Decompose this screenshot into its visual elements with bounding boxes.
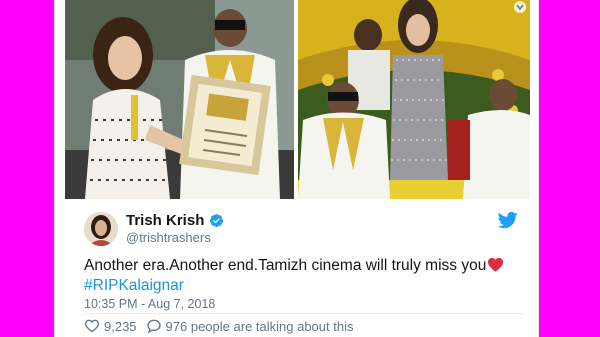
tweet-actions: 9,235 976 people are talking about this: [84, 318, 353, 334]
divider: [84, 313, 523, 314]
twitter-bird-icon[interactable]: [498, 210, 518, 230]
heart-outline-icon: [84, 319, 100, 333]
tweet-body: Another era.Another end.Tamizh cinema wi…: [84, 257, 487, 274]
tweet-photo-left[interactable]: [65, 0, 294, 199]
tweet-text: Another era.Another end.Tamizh cinema wi…: [84, 256, 524, 296]
tweet-photos: [65, 0, 530, 199]
tweet-card: Trish Krish @trishtrashers Another era.A…: [54, 0, 539, 337]
talking-count: 976 people are talking about this: [165, 318, 354, 334]
author-name-row: Trish Krish: [126, 212, 224, 229]
like-count: 9,235: [104, 318, 137, 334]
like-action[interactable]: 9,235: [84, 318, 137, 334]
conversation-action[interactable]: 976 people are talking about this: [146, 318, 354, 334]
speech-bubble-icon: [146, 319, 161, 334]
tweet-photo-right[interactable]: [298, 0, 530, 199]
display-name[interactable]: Trish Krish: [126, 212, 204, 229]
handle[interactable]: @trishtrashers: [126, 230, 211, 245]
hashtag-link[interactable]: #RIPKalaignar: [84, 277, 184, 294]
timestamp[interactable]: 10:35 PM - Aug 7, 2018: [84, 297, 215, 311]
verified-badge-icon: [210, 213, 224, 228]
avatar[interactable]: [84, 212, 118, 246]
red-heart-emoji: [488, 257, 504, 272]
